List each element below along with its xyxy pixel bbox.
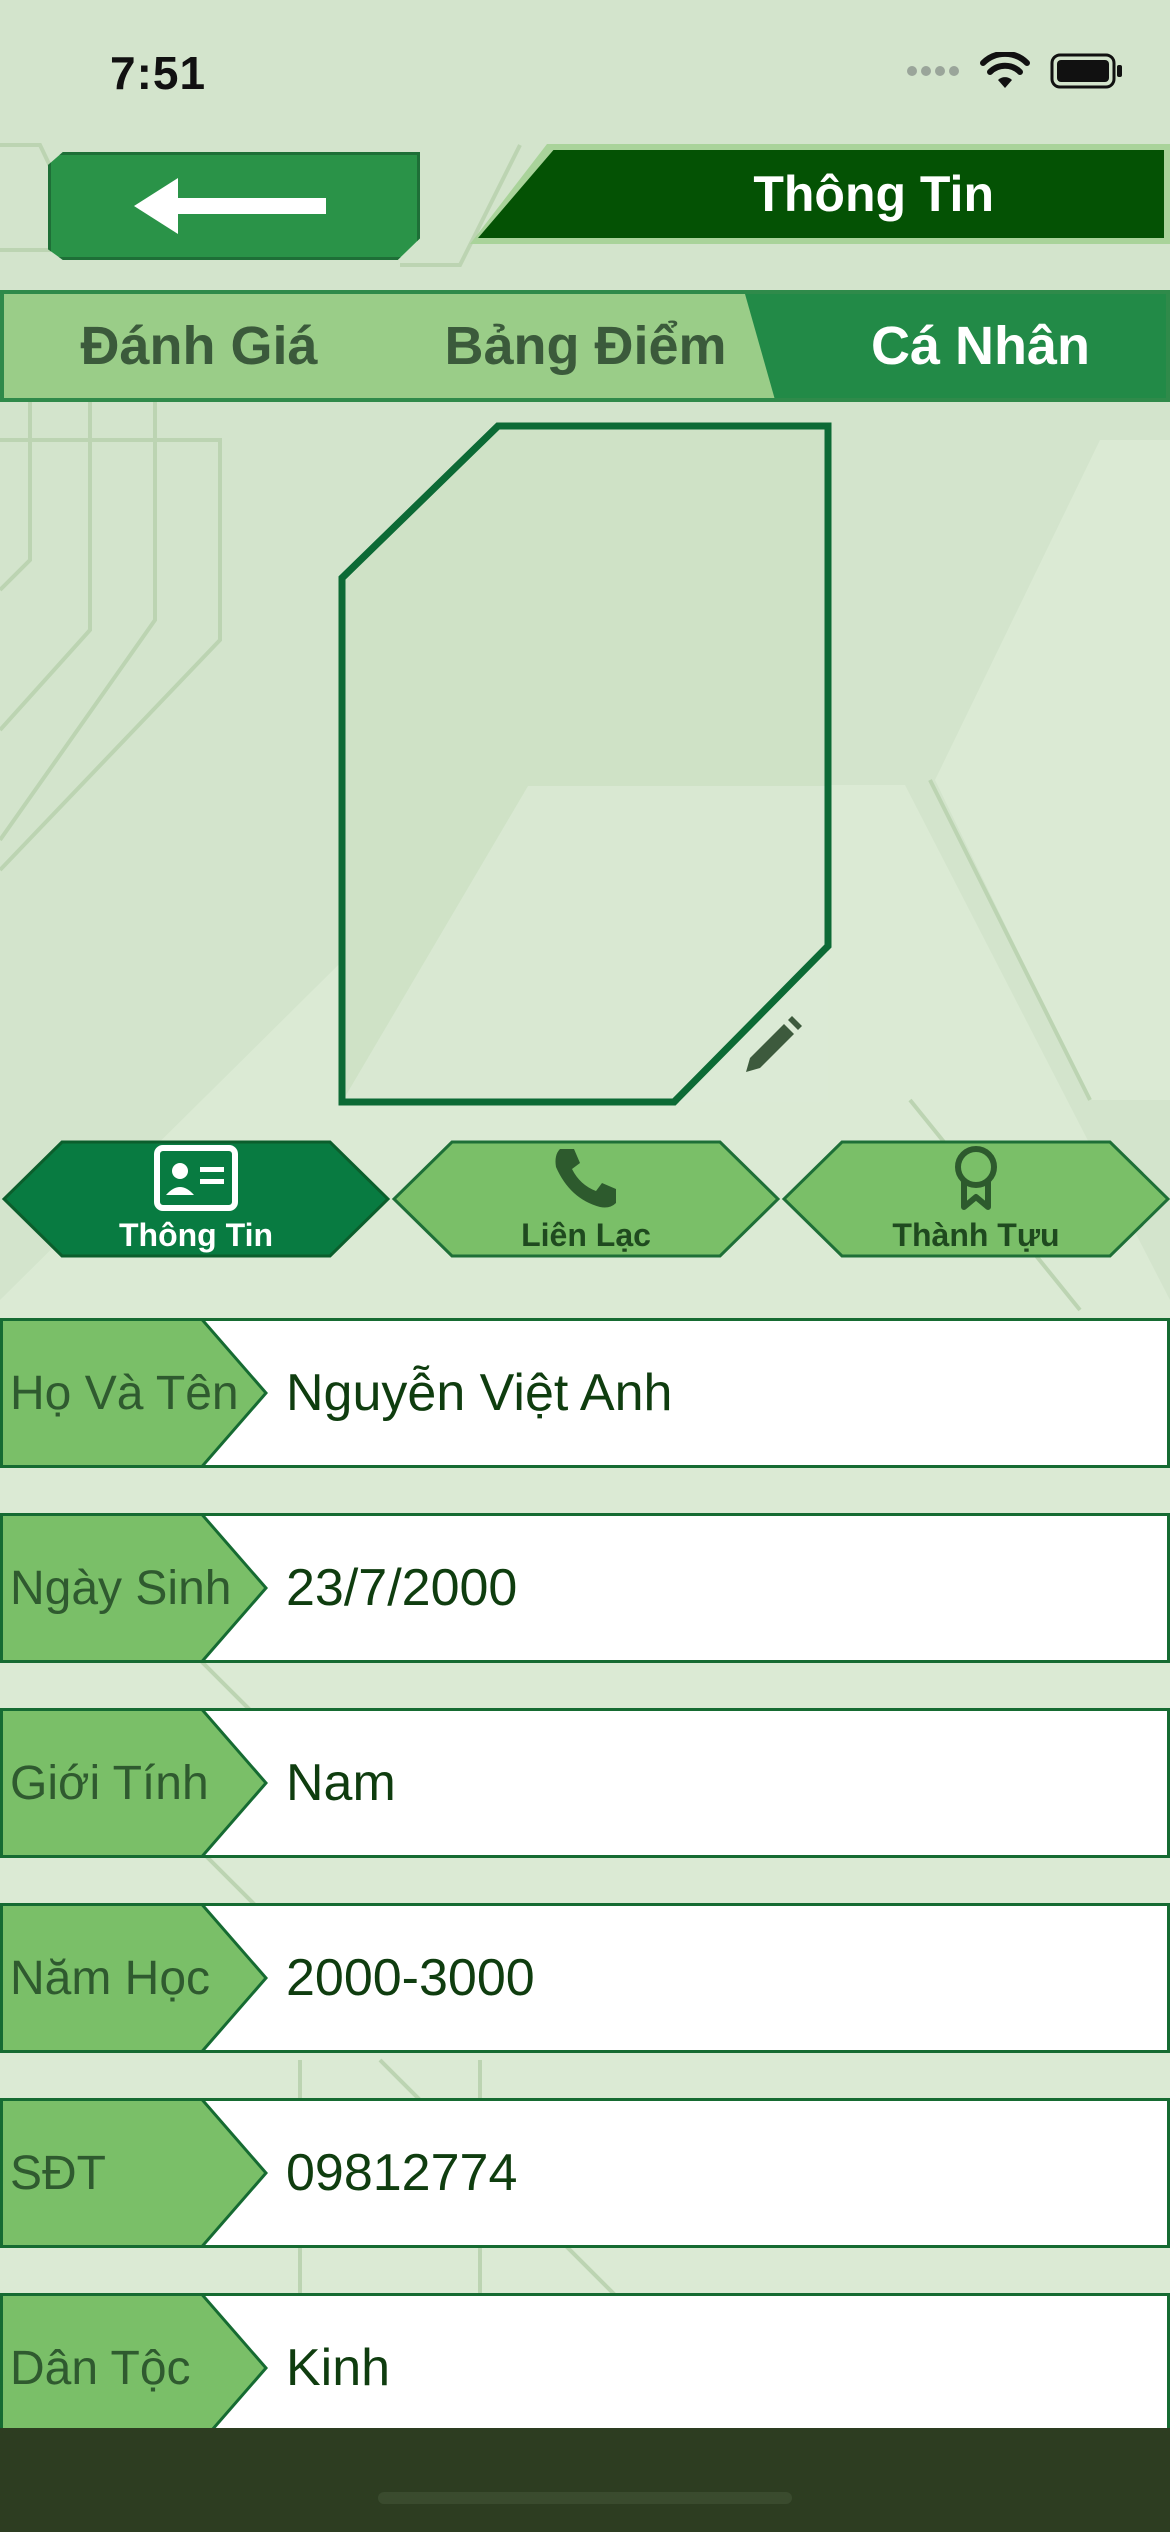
bottom-bar xyxy=(0,2428,1170,2532)
info-row-gioi-tinh: Giới Tính Nam xyxy=(0,1708,1170,1858)
info-row-value: 2000-3000 xyxy=(286,1949,535,2007)
phone-icon xyxy=(555,1148,616,1207)
info-row-sdt: SĐT 09812774 xyxy=(0,2098,1170,2248)
info-row-label: Ngày Sinh xyxy=(10,1561,232,1615)
info-row-label: SĐT xyxy=(10,2146,106,2200)
info-row-value: Nguyễn Việt Anh xyxy=(286,1364,673,1422)
tab-ca-nhan[interactable]: Cá Nhân xyxy=(745,294,1166,398)
edit-avatar-button[interactable] xyxy=(736,1012,806,1082)
info-row-value: 23/7/2000 xyxy=(286,1559,518,1617)
info-row-value: Kinh xyxy=(286,2339,391,2397)
info-row-ngay-sinh: Ngày Sinh 23/7/2000 xyxy=(0,1513,1170,1663)
status-icons xyxy=(906,52,1124,90)
info-row-label: Họ Và Tên xyxy=(10,1366,239,1420)
info-row-dan-toc: Dân Tộc Kinh xyxy=(0,2293,1170,2443)
section-tab-label: Thành Tựu xyxy=(892,1216,1060,1253)
info-row-value: Nam xyxy=(286,1754,396,1812)
tab-label: Cá Nhân xyxy=(870,316,1091,376)
section-tab-thanh-tuu[interactable]: Thành Tựu xyxy=(782,1140,1170,1258)
tab-label: Đánh Giá xyxy=(80,316,318,376)
section-tab-lien-lac[interactable]: Liên Lạc xyxy=(392,1140,780,1258)
info-row-nam-hoc: Năm Học 2000-3000 xyxy=(0,1903,1170,2053)
award-icon xyxy=(955,1145,997,1210)
home-indicator[interactable] xyxy=(378,2492,792,2504)
page-title: Thông Tin xyxy=(753,166,994,222)
info-row-value: 09812774 xyxy=(286,2144,518,2202)
tab-danh-gia[interactable]: Đánh Giá xyxy=(4,294,424,398)
info-row-ho-ten: Họ Và Tên Nguyễn Việt Anh xyxy=(0,1318,1170,1468)
signal-dots-icon xyxy=(907,66,959,76)
back-button[interactable] xyxy=(48,152,420,260)
pencil-icon xyxy=(746,1016,802,1072)
section-tab-thong-tin[interactable]: Thông Tin xyxy=(2,1140,390,1258)
arrow-left-icon xyxy=(134,178,326,234)
section-tab-label: Thông Tin xyxy=(118,1216,274,1253)
title-banner: Thông Tin xyxy=(470,144,1170,244)
info-row-label: Dân Tộc xyxy=(10,2341,191,2395)
segment-tabs: Đánh Giá Bảng Điểm Cá Nhân xyxy=(0,290,1170,402)
tab-label: Bảng Điểm xyxy=(444,316,727,376)
status-time: 7:51 xyxy=(110,47,207,99)
info-row-label: Giới Tính xyxy=(10,1756,209,1810)
id-card-icon xyxy=(154,1144,238,1211)
wifi-icon xyxy=(980,52,1030,88)
section-tab-label: Liên Lạc xyxy=(521,1216,651,1253)
info-row-label: Năm Học xyxy=(10,1951,211,2005)
battery-icon xyxy=(1050,53,1122,89)
avatar-frame[interactable] xyxy=(338,422,832,1106)
title-banner-fill: Thông Tin xyxy=(478,150,1164,238)
tab-bang-diem[interactable]: Bảng Điểm xyxy=(378,294,793,398)
